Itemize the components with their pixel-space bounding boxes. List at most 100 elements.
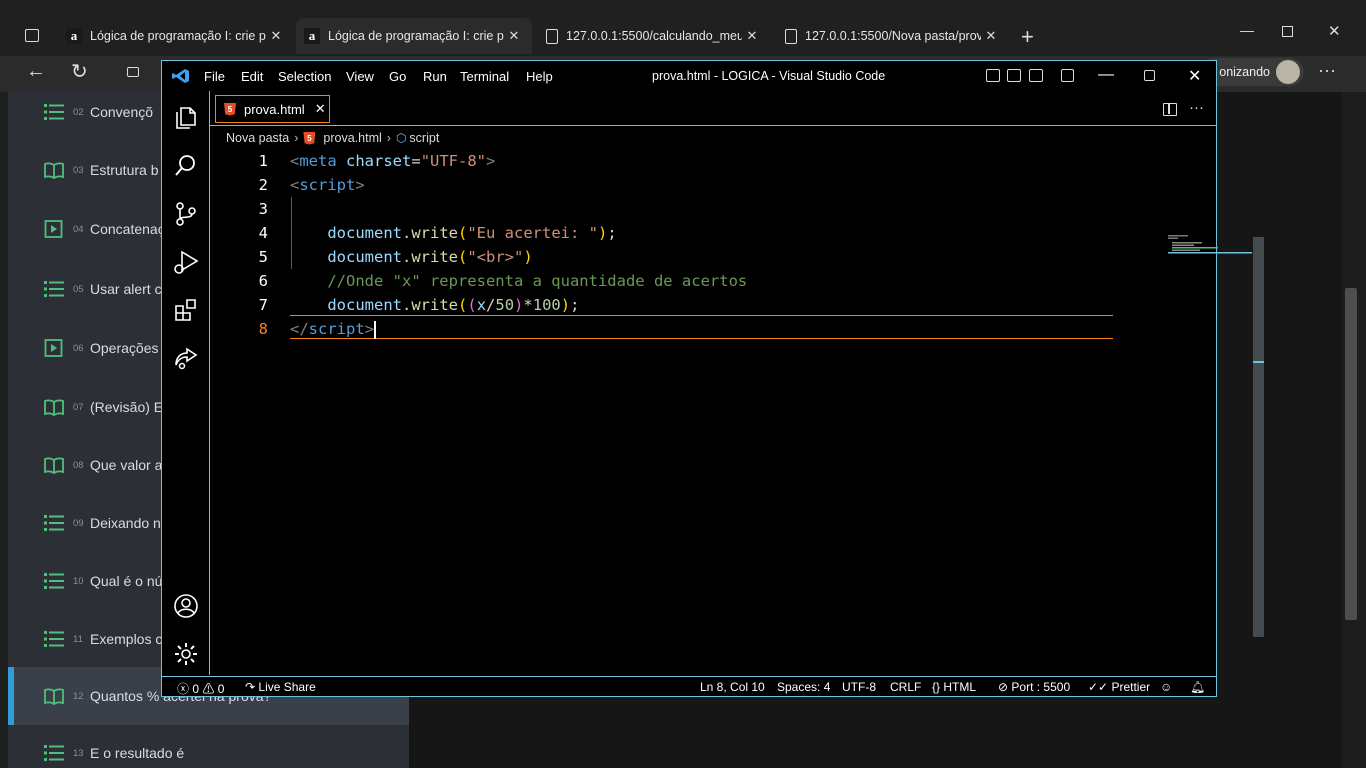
breadcrumb-symbol[interactable]: script <box>409 131 439 145</box>
item-number: 08 <box>73 459 84 471</box>
book-icon <box>44 687 64 706</box>
code-line-6: //Onde "x" representa a quantidade de ac… <box>327 272 748 290</box>
item-label: Usar alert c <box>90 281 162 297</box>
browser-tab-4[interactable]: 127.0.0.1:5500/Nova pasta/prova ✕ <box>777 18 1009 54</box>
language-mode[interactable]: {} HTML <box>932 680 976 694</box>
course-list-item[interactable]: 13 E o resultado é <box>8 724 409 768</box>
close-icon[interactable]: ✕ <box>742 28 762 44</box>
close-icon[interactable]: ✕ <box>266 28 286 44</box>
line-number: 5 <box>258 248 268 266</box>
browser-tab-3[interactable]: 127.0.0.1:5500/calculando_meu_ ✕ <box>538 18 770 54</box>
item-label: E o resultado é <box>90 745 185 761</box>
cursor-position[interactable]: Ln 8, Col 10 <box>700 680 765 694</box>
selected-indicator <box>8 667 14 725</box>
item-label: Que valor a <box>90 457 163 473</box>
html5-icon: 5 <box>303 131 316 145</box>
item-number: 03 <box>73 164 84 176</box>
accounts-icon[interactable] <box>173 593 199 619</box>
menu-edit[interactable]: Edit <box>241 69 263 84</box>
menu-view[interactable]: View <box>346 69 374 84</box>
item-number: 11 <box>73 633 83 645</box>
vscode-window: File Edit Selection View Go Run Terminal… <box>161 60 1264 697</box>
menu-go[interactable]: Go <box>389 69 406 84</box>
line-number: 8 <box>258 320 268 338</box>
live-share-icon: ↷ <box>245 680 256 694</box>
maximize-icon[interactable] <box>1282 26 1293 37</box>
play-icon <box>44 220 64 238</box>
feedback-icon[interactable]: ☺ <box>1160 680 1172 694</box>
list-icon <box>44 630 64 648</box>
extensions-icon[interactable] <box>173 297 199 323</box>
error-icon: ⓧ <box>177 682 190 696</box>
alura-a-icon: a <box>66 28 82 44</box>
page-icon <box>785 28 797 44</box>
braces-icon: {} <box>932 680 941 694</box>
code-line-7: document.write((x/50)*100); <box>327 296 580 314</box>
toggle-secondary-sidebar-icon[interactable] <box>1029 69 1043 82</box>
problems-indicator[interactable]: ⓧ 0 ⚠ 0 <box>177 680 224 697</box>
line-number: 6 <box>258 272 268 290</box>
menu-selection[interactable]: Selection <box>278 69 331 84</box>
close-icon[interactable]: ✕ <box>981 28 1001 44</box>
lock-icon <box>127 67 139 77</box>
end-of-line[interactable]: CRLF <box>890 680 921 694</box>
menu-file[interactable]: File <box>204 69 225 84</box>
gear-icon[interactable] <box>173 641 199 667</box>
minimize-icon[interactable]: — <box>1098 66 1114 84</box>
notifications-bell-icon[interactable]: 🔔︎ <box>1190 680 1205 694</box>
customize-layout-icon[interactable] <box>1061 69 1074 82</box>
live-server-port[interactable]: ⊘ Port : 5500 <box>998 680 1070 694</box>
maximize-icon[interactable] <box>1144 70 1155 81</box>
close-icon[interactable]: ✕ <box>504 28 524 44</box>
encoding[interactable]: UTF-8 <box>842 680 876 694</box>
prettier-status[interactable]: ✓✓ Prettier <box>1088 680 1150 694</box>
line-number: 1 <box>258 152 268 170</box>
breadcrumb-folder[interactable]: Nova pasta <box>226 131 289 145</box>
code-line-4: document.write("Eu acertei: "); <box>327 224 617 242</box>
tab-actions-icon[interactable] <box>25 29 39 42</box>
status-bar: ⓧ 0 ⚠ 0 ↷ Live Share Ln 8, Col 10 Spaces… <box>162 676 1216 696</box>
split-editor-icon[interactable] <box>1163 103 1177 116</box>
line-number: 4 <box>258 224 268 242</box>
breadcrumb-file[interactable]: prova.html <box>323 131 381 145</box>
editor-scrollbar[interactable] <box>1253 237 1264 637</box>
item-number: 10 <box>73 575 84 587</box>
symbol-icon: ⬡ <box>395 131 407 145</box>
item-number: 13 <box>73 747 84 759</box>
browser-tab-2[interactable]: a Lógica de programação I: crie pr ✕ <box>296 18 532 54</box>
menu-help[interactable]: Help <box>526 69 553 84</box>
source-control-icon[interactable] <box>173 201 199 227</box>
code-line-2: <script> <box>290 176 365 194</box>
refresh-icon[interactable]: ↻ <box>71 59 88 84</box>
menu-terminal[interactable]: Terminal <box>460 69 509 84</box>
close-icon[interactable]: ✕ <box>1188 66 1201 86</box>
page-scrollbar[interactable] <box>1342 92 1366 768</box>
item-number: 04 <box>73 223 84 235</box>
scrollbar-thumb[interactable] <box>1345 288 1357 620</box>
line-number: 3 <box>258 200 268 218</box>
code-editor[interactable]: 1 2 3 4 5 6 7 8 <meta charset="UTF-8"> <script>… <box>210 149 1264 675</box>
tab-prova-html[interactable]: 5 prova.html ✕ <box>215 95 330 123</box>
back-icon[interactable]: ← <box>26 60 46 83</box>
explorer-icon[interactable] <box>173 105 199 131</box>
new-tab-icon[interactable]: + <box>1021 24 1034 50</box>
live-share-status[interactable]: ↷ Live Share <box>245 680 316 694</box>
window-title: prova.html - LOGICA - Visual Studio Code <box>652 69 886 83</box>
indentation[interactable]: Spaces: 4 <box>777 680 830 694</box>
run-debug-icon[interactable] <box>173 249 199 275</box>
close-icon[interactable]: ✕ <box>315 101 326 117</box>
more-icon[interactable]: ··· <box>1318 60 1336 81</box>
item-number: 12 <box>73 690 84 702</box>
toggle-panel-icon[interactable] <box>1007 69 1021 82</box>
live-share-icon[interactable] <box>173 345 199 371</box>
editor-tabs: 5 prova.html ✕ ··· <box>210 91 1216 126</box>
toggle-sidebar-icon[interactable] <box>986 69 1000 82</box>
more-actions-icon[interactable]: ··· <box>1189 99 1204 116</box>
menu-run[interactable]: Run <box>423 69 447 84</box>
minimap[interactable] <box>1168 235 1252 255</box>
search-icon[interactable] <box>173 153 199 179</box>
close-window-icon[interactable]: ✕ <box>1328 22 1341 40</box>
browser-tab-1[interactable]: a Lógica de programação I: crie pr ✕ <box>58 18 294 54</box>
minimize-icon[interactable]: — <box>1240 22 1254 38</box>
list-icon <box>44 103 64 121</box>
